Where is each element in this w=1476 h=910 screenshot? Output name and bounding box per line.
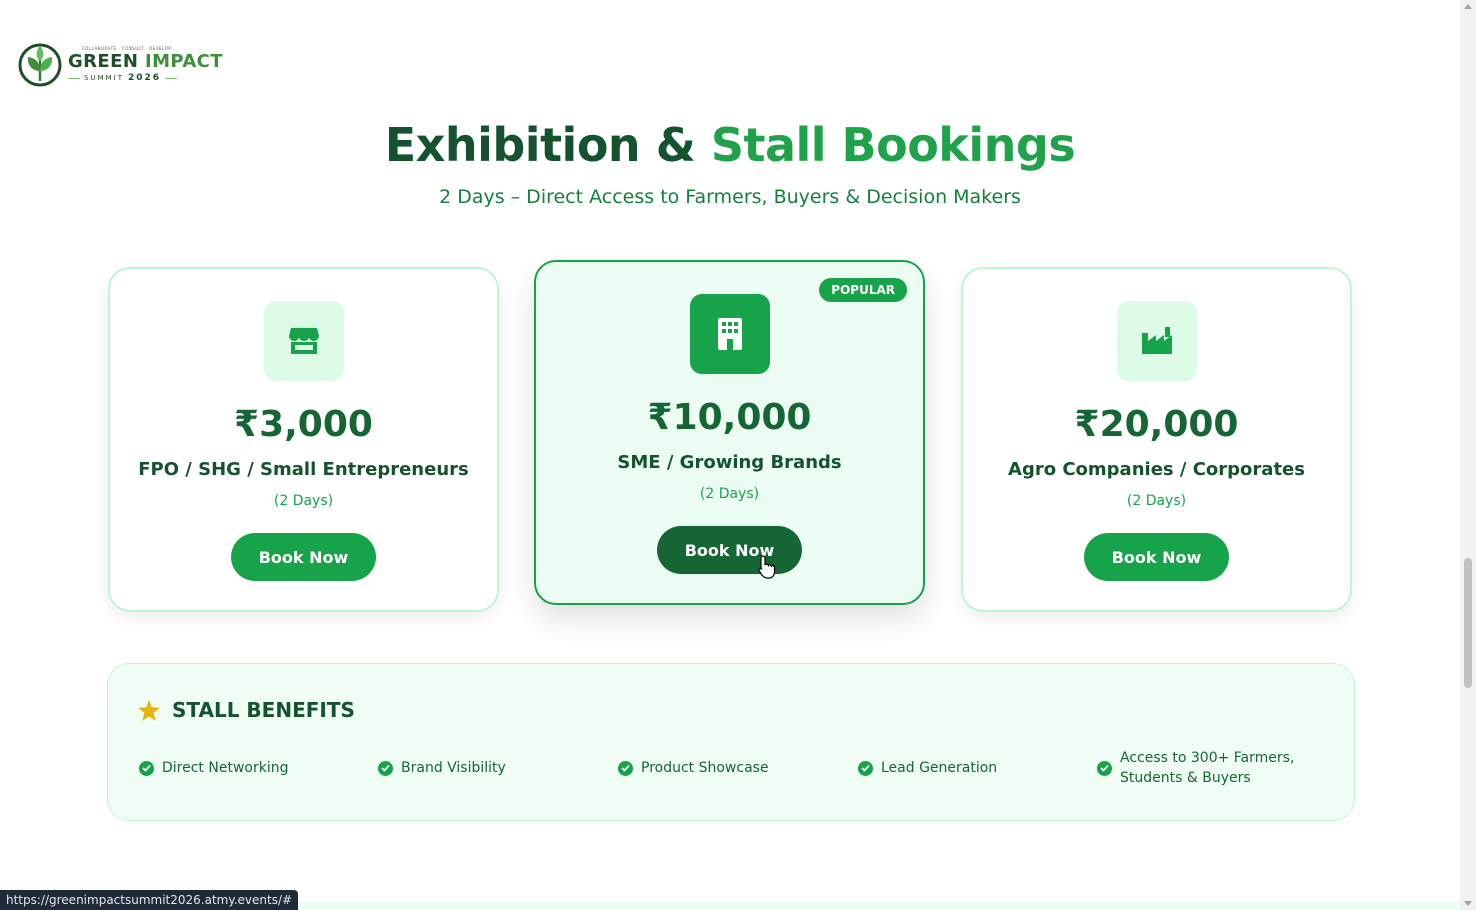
scroll-down-arrow-icon[interactable] bbox=[1464, 901, 1472, 906]
book-now-button[interactable]: Book Now bbox=[1084, 533, 1229, 581]
pricing-card-sme: POPULAR ₹10,000 SME / Growing Brands (2 … bbox=[534, 260, 925, 605]
tier-name: FPO / SHG / Small Entrepreneurs bbox=[138, 459, 469, 480]
logo-subtitle: SUMMIT 2026 bbox=[68, 74, 223, 83]
benefit-item: Access to 300+ Farmers, Students & Buyer… bbox=[1097, 748, 1297, 788]
site-logo[interactable]: COLLABORATE · CONSULT · DEVELOP GREEN IM… bbox=[18, 41, 223, 89]
book-now-button[interactable]: Book Now bbox=[231, 533, 376, 581]
benefits-heading: STALL BENEFITS bbox=[138, 698, 355, 722]
page-title: Exhibition & Stall Bookings bbox=[384, 118, 1076, 172]
link-status-bar: https://greenimpactsummit2026.atmy.event… bbox=[0, 890, 299, 910]
duration: (2 Days) bbox=[1126, 493, 1187, 509]
tier-name: SME / Growing Brands bbox=[617, 452, 842, 473]
book-now-button[interactable]: Book Now bbox=[657, 526, 802, 574]
store-icon bbox=[263, 301, 344, 381]
stall-benefits-panel: STALL BENEFITS Direct Networking Brand V… bbox=[107, 663, 1355, 821]
benefit-item: Product Showcase bbox=[618, 758, 769, 778]
scrollbar-thumb[interactable] bbox=[1464, 558, 1472, 688]
check-circle-icon bbox=[378, 760, 393, 776]
pricing-card-fpo: ₹3,000 FPO / SHG / Small Entrepreneurs (… bbox=[108, 267, 499, 612]
leaf-globe-icon bbox=[18, 43, 62, 87]
price: ₹20,000 bbox=[1074, 404, 1239, 445]
star-icon bbox=[138, 699, 160, 721]
check-circle-icon bbox=[139, 760, 154, 776]
pricing-card-corporate: ₹20,000 Agro Companies / Corporates (2 D… bbox=[961, 267, 1352, 612]
check-circle-icon bbox=[858, 760, 873, 776]
benefit-item: Lead Generation bbox=[858, 758, 997, 778]
check-circle-icon bbox=[1097, 760, 1112, 776]
page-subtitle: 2 Days – Direct Access to Farmers, Buyer… bbox=[439, 186, 1021, 208]
popular-badge: POPULAR bbox=[819, 278, 907, 302]
page-scrollbar[interactable] bbox=[1460, 0, 1476, 910]
tier-name: Agro Companies / Corporates bbox=[1008, 459, 1305, 480]
scroll-up-arrow-icon[interactable] bbox=[1464, 4, 1472, 9]
building-icon bbox=[689, 294, 770, 374]
logo-name: GREEN IMPACT bbox=[68, 51, 223, 72]
benefit-item: Direct Networking bbox=[139, 758, 288, 778]
check-circle-icon bbox=[618, 760, 633, 776]
price: ₹3,000 bbox=[234, 404, 373, 445]
price: ₹10,000 bbox=[647, 397, 812, 438]
duration: (2 Days) bbox=[699, 486, 760, 502]
factory-icon bbox=[1116, 301, 1197, 381]
hand-cursor-icon bbox=[758, 555, 776, 579]
benefit-item: Brand Visibility bbox=[378, 758, 506, 778]
duration: (2 Days) bbox=[273, 493, 334, 509]
